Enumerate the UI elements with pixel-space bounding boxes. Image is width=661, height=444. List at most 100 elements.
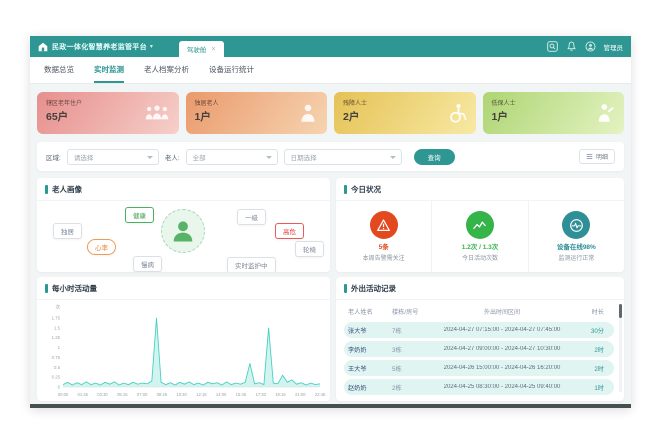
date-range-input[interactable]: 日期选择 [284, 149, 402, 165]
filter-bar: 区域: 请选择 老人: 全部 日期选择 查询 明细 [37, 142, 624, 171]
col-header-duration: 时长 [578, 307, 608, 316]
svg-text:12:15: 12:15 [196, 392, 207, 397]
cell-name: 王大爷 [344, 364, 388, 373]
title-chevron-down-icon[interactable]: ▾ [150, 43, 153, 50]
svg-text:07:00: 07:00 [137, 392, 148, 397]
persona-tag: 慢病 [133, 256, 162, 272]
date-range-placeholder: 日期选择 [291, 152, 317, 162]
today-status-row: 5条 本周告警需关注 1.2次 / 1.3次 今日活动次数 [336, 201, 624, 272]
cell-room: 7栋 [388, 326, 426, 335]
elder-select[interactable]: 全部 [186, 149, 278, 165]
svg-text:15:45: 15:45 [236, 392, 247, 397]
chart-body: 00.250.50.7511.251.51.7500:0001:4503:300… [37, 302, 330, 401]
table-row[interactable]: 赵奶奶 2栋 2024-04-25 08:30:00 - 2024-04-25 … [344, 379, 614, 395]
cell-name: 李奶奶 [344, 345, 388, 354]
person-silhouette-icon [169, 217, 197, 245]
svg-text:0.5: 0.5 [54, 365, 61, 370]
svg-text:08:45: 08:45 [157, 392, 168, 397]
panel-header: 每小时活动量 [37, 277, 330, 300]
user-circle-icon[interactable] [585, 41, 596, 52]
panel-title: 老人画像 [52, 184, 82, 195]
svg-text:22:45: 22:45 [315, 392, 326, 397]
activity-caption: 今日活动次数 [462, 253, 498, 262]
alert-status-item[interactable]: 5条 本周告警需关注 [336, 201, 431, 272]
chevron-down-icon [390, 156, 396, 159]
cell-room: 3栋 [388, 345, 426, 354]
svg-text:05:15: 05:15 [117, 392, 128, 397]
bell-icon[interactable] [566, 41, 577, 52]
cell-duration: 2时 [578, 364, 608, 373]
detail-button[interactable]: 明细 [579, 149, 615, 164]
panel-title: 外出活动记录 [351, 283, 396, 294]
chevron-down-icon [147, 156, 153, 159]
tab-data-overview[interactable]: 数据总览 [44, 57, 74, 83]
stat-card-disabled[interactable]: 残障人士 2户 [334, 92, 476, 134]
persona-tag: 独居 [53, 223, 82, 239]
svg-text:0.75: 0.75 [52, 355, 61, 360]
alert-triangle-icon [376, 218, 391, 233]
table-header-row: 老人姓名 楼栋/房号 外出时间区间 时长 [344, 303, 614, 319]
area-select-value: 请选择 [74, 152, 94, 162]
stat-card-elder-households[interactable]: 辖区老年住户 65户 [37, 92, 179, 134]
cell-period: 2024-04-25 08:30:00 - 2024-04-25 09:40:0… [426, 384, 578, 390]
window-tab-dashboard[interactable]: 驾驶舱 × [179, 41, 224, 57]
cell-duration: 2时 [578, 345, 608, 354]
stat-card-living-alone[interactable]: 独居老人 1户 [186, 92, 328, 134]
svg-text:1: 1 [58, 345, 61, 350]
search-icon[interactable] [547, 41, 558, 52]
cell-room: 2栋 [388, 383, 426, 392]
svg-text:19:15: 19:15 [275, 392, 286, 397]
panel-accent-bar [45, 185, 48, 194]
outing-table: 老人姓名 楼栋/房号 外出时间区间 时长 张大爷 7栋 2024-04-27 0… [336, 300, 624, 401]
header-actions: 管理员 [547, 41, 624, 52]
elder-avatar[interactable] [161, 209, 205, 253]
scrollbar-thumb[interactable] [619, 304, 622, 318]
username-label[interactable]: 管理员 [604, 42, 624, 52]
svg-text:1.75: 1.75 [52, 315, 61, 320]
search-button[interactable]: 查询 [414, 149, 455, 165]
person-wave-icon [595, 103, 615, 123]
app-logo-icon [38, 42, 48, 52]
tab-elder-archive-analysis[interactable]: 老人档案分析 [144, 57, 189, 83]
wheelchair-icon [447, 103, 467, 123]
svg-text:01:45: 01:45 [78, 392, 89, 397]
panel-accent-bar [344, 284, 347, 293]
svg-text:00:00: 00:00 [58, 392, 69, 397]
svg-text:10:30: 10:30 [176, 392, 187, 397]
persona-tag: 一级 [237, 209, 266, 225]
table-row[interactable]: 张大爷 7栋 2024-04-27 07:15:00 - 2024-04-27 … [344, 322, 614, 338]
table-row[interactable]: 李奶奶 3栋 2024-04-27 09:00:00 - 2024-04-27 … [344, 341, 614, 357]
persona-tag: 高危 [275, 223, 304, 239]
svg-text:次: 次 [56, 304, 61, 311]
panel-header: 今日状况 [336, 178, 624, 201]
tab-realtime-monitor[interactable]: 实时监测 [94, 57, 124, 83]
device-caption: 监测运行正常 [558, 253, 594, 262]
activity-circle [466, 211, 494, 239]
device-online: 设备在线98% [557, 241, 596, 251]
stat-card-low-income[interactable]: 低保人士 1户 [483, 92, 625, 134]
subnav-tabs: 数据总览 实时监测 老人档案分析 设备运行统计 [30, 57, 631, 84]
panel-title: 今日状况 [351, 184, 381, 195]
col-header-period: 外出时间区间 [426, 307, 578, 316]
persona-tag: 心率 [87, 239, 116, 255]
svg-text:0.25: 0.25 [52, 375, 61, 380]
area-select[interactable]: 请选择 [67, 149, 159, 165]
outing-records-panel: 外出活动记录 老人姓名 楼栋/房号 外出时间区间 时长 张大爷 7栋 2024-… [336, 277, 624, 401]
cell-period: 2024-04-27 07:15:00 - 2024-04-27 07:45:0… [426, 327, 578, 333]
area-filter-label: 区域: [46, 152, 61, 162]
cell-period: 2024-04-26 15:00:00 - 2024-04-26 16:20:0… [426, 365, 578, 371]
activity-status-item[interactable]: 1.2次 / 1.3次 今日活动次数 [431, 201, 527, 272]
svg-text:21:00: 21:00 [295, 392, 306, 397]
col-header-room: 楼栋/房号 [388, 307, 426, 316]
svg-text:0: 0 [58, 385, 61, 390]
tab-device-statistics[interactable]: 设备运行统计 [209, 57, 254, 83]
cell-room: 5栋 [388, 364, 426, 373]
svg-text:1.25: 1.25 [52, 335, 61, 340]
device-status-item[interactable]: 设备在线98% 监测运行正常 [528, 201, 624, 272]
table-row[interactable]: 王大爷 5栋 2024-04-26 15:00:00 - 2024-04-26 … [344, 360, 614, 376]
cell-duration: 30分 [578, 326, 608, 335]
col-header-name: 老人姓名 [344, 307, 388, 316]
tab-close-icon[interactable]: × [211, 46, 215, 53]
alert-circle [370, 211, 398, 239]
list-icon [586, 153, 593, 160]
